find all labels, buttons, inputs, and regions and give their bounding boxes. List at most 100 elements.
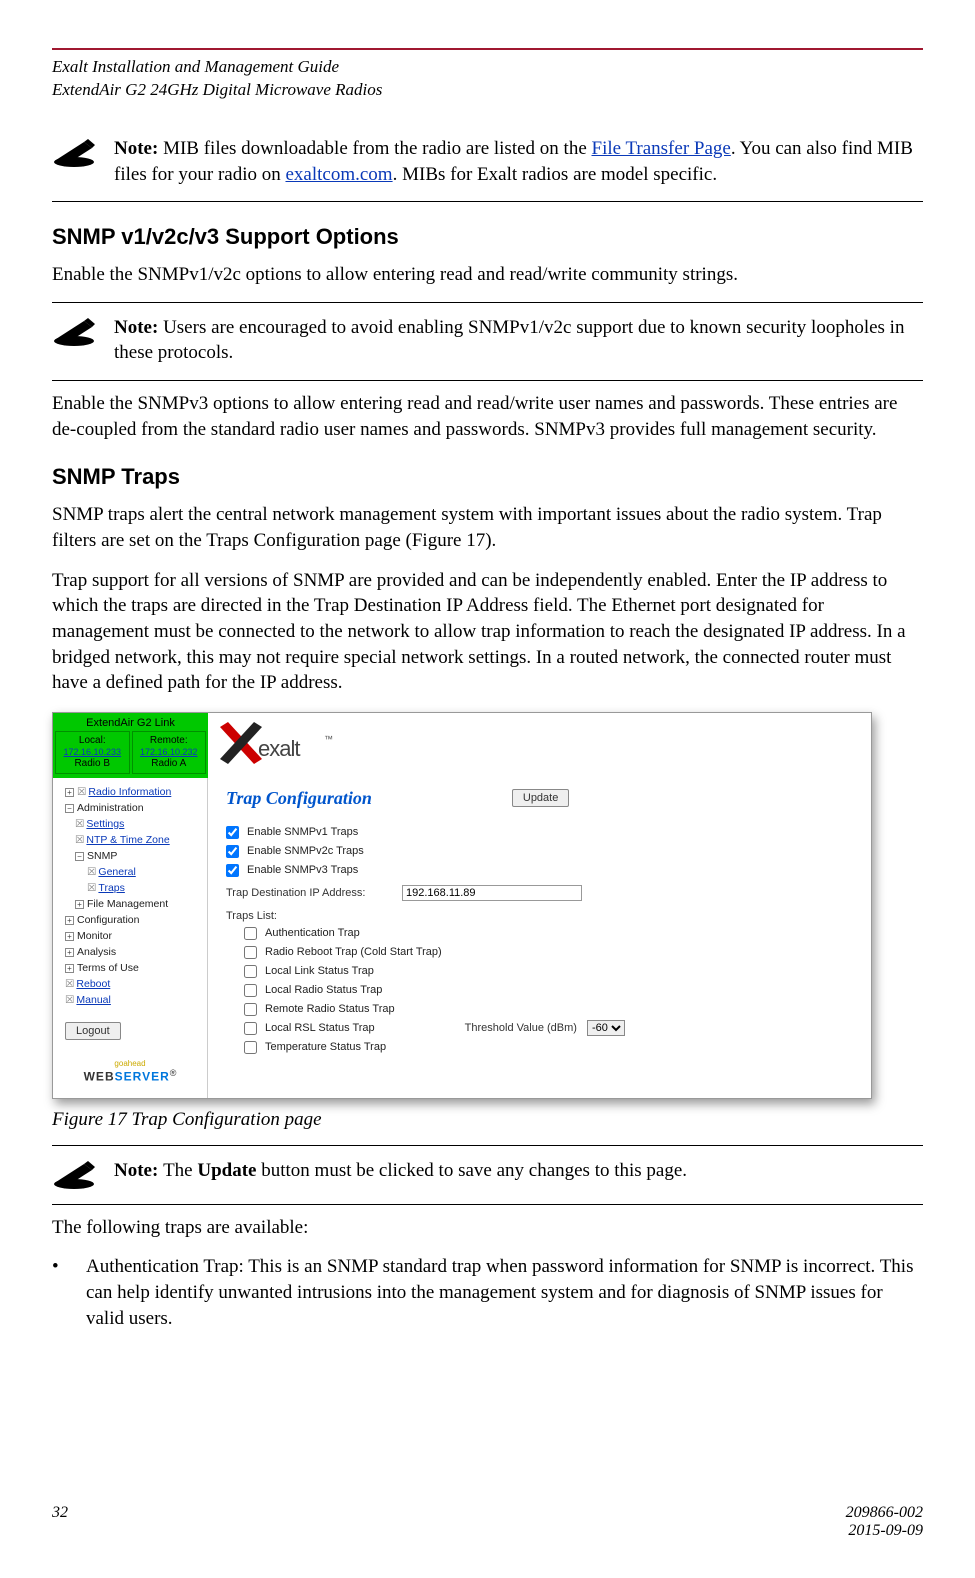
enable-v2-checkbox[interactable] [226, 845, 239, 858]
nav-settings[interactable]: ☒Settings [57, 816, 203, 832]
nav-manual-label: Manual [76, 994, 110, 1006]
nav-filemgmt-label: File Management [87, 898, 168, 910]
collapse-icon[interactable]: − [75, 852, 84, 861]
note-prefix: Note: [114, 138, 163, 159]
heading-snmp-options: SNMP v1/v2c/v3 Support Options [52, 224, 923, 250]
local-ip: 172.16.10.233 [58, 747, 127, 758]
traps-list-label: Traps List: [226, 906, 857, 924]
note-prefix: Note: [114, 317, 163, 338]
header-rule [52, 48, 923, 50]
nav-terms[interactable]: +Terms of Use [57, 960, 203, 976]
trap-remoteradio-checkbox[interactable] [244, 1003, 257, 1016]
doc-date: 2015-09-09 [846, 1522, 923, 1540]
trap-config-app: ExtendAir G2 Link Local: 172.16.10.233 R… [52, 712, 872, 1099]
nav-terms-label: Terms of Use [77, 962, 139, 974]
trap-rsl-checkbox[interactable] [244, 1022, 257, 1035]
nav-traps[interactable]: ☒Traps [57, 880, 203, 896]
trap-localradio-label: Local Radio Status Trap [265, 984, 382, 996]
rule [52, 302, 923, 303]
trap-localradio-checkbox[interactable] [244, 984, 257, 997]
nav-traps-label: Traps [98, 882, 124, 894]
enable-v2-label: Enable SNMPv2c Traps [247, 845, 364, 857]
exalt-x-icon [220, 722, 262, 764]
remote-radio-tab[interactable]: Remote: 172.16.10.232 Radio A [132, 731, 207, 774]
nav-snmp-label: SNMP [87, 850, 117, 862]
nav-manual[interactable]: ☒Manual [57, 992, 203, 1008]
bullet-icon: • [52, 1254, 86, 1331]
pencil-note-icon [52, 317, 96, 347]
note-text-2: Note: Users are encouraged to avoid enab… [114, 315, 923, 366]
note3-bold: Update [197, 1160, 256, 1181]
link-status-panel: ExtendAir G2 Link Local: 172.16.10.233 R… [53, 713, 208, 778]
nav-admin-label: Administration [77, 802, 144, 814]
trap-auth-checkbox[interactable] [244, 927, 257, 940]
nav-configuration[interactable]: +Configuration [57, 912, 203, 928]
trap-temp-checkbox[interactable] [244, 1041, 257, 1054]
note-text-3: Note: The Update button must be clicked … [114, 1158, 687, 1190]
heading-snmp-traps: SNMP Traps [52, 464, 923, 490]
nav-sidebar: +☒Radio Information −Administration ☒Set… [53, 778, 208, 1098]
logo-area: exalt ™ [208, 713, 871, 778]
nav-administration[interactable]: −Administration [57, 800, 203, 816]
nav-reboot[interactable]: ☒Reboot [57, 976, 203, 992]
note-block-3: Note: The Update button must be clicked … [52, 1154, 923, 1196]
trap-ip-input[interactable] [402, 885, 582, 901]
local-radio: Radio B [58, 758, 127, 770]
figure-caption: Figure 17 Trap Configuration page [52, 1109, 923, 1131]
expand-icon[interactable]: + [65, 964, 74, 973]
expand-icon[interactable]: + [65, 948, 74, 957]
pencil-note-icon [52, 1160, 96, 1190]
local-radio-tab[interactable]: Local: 172.16.10.233 Radio B [55, 731, 130, 774]
nav-general[interactable]: ☒General [57, 864, 203, 880]
pencil-note-icon [52, 138, 96, 168]
threshold-select[interactable]: -60 [587, 1020, 625, 1036]
nav-analysis[interactable]: +Analysis [57, 944, 203, 960]
file-transfer-link[interactable]: File Transfer Page [592, 138, 731, 159]
note-prefix: Note: [114, 1160, 163, 1181]
page-title: Trap Configuration [226, 788, 372, 809]
expand-icon[interactable]: + [65, 916, 74, 925]
para-snmpv3: Enable the SNMPv3 options to allow enter… [52, 391, 923, 442]
note2-body: Users are encouraged to avoid enabling S… [114, 317, 904, 364]
nav-file-mgmt[interactable]: +File Management [57, 896, 203, 912]
server-text: SERVER [115, 1069, 170, 1083]
link-title: ExtendAir G2 Link [53, 713, 208, 731]
nav-snmp[interactable]: −SNMP [57, 848, 203, 864]
logout-button[interactable]: Logout [65, 1022, 121, 1040]
collapse-icon[interactable]: − [65, 804, 74, 813]
trap-auth-label: Authentication Trap [265, 927, 360, 939]
note1-t3: . MIBs for Exalt radios are model specif… [393, 164, 717, 185]
enable-v3-checkbox[interactable] [226, 864, 239, 877]
rule [52, 201, 923, 202]
expand-icon[interactable]: + [65, 932, 74, 941]
para-snmp-v1v2: Enable the SNMPv1/v2c options to allow e… [52, 262, 923, 288]
update-button[interactable]: Update [512, 789, 569, 807]
expand-icon[interactable]: + [75, 900, 84, 909]
enable-v1-checkbox[interactable] [226, 826, 239, 839]
trademark-icon: ™ [324, 734, 333, 744]
enable-v3-label: Enable SNMPv3 Traps [247, 864, 358, 876]
trap-locallink-checkbox[interactable] [244, 965, 257, 978]
nav-config-label: Configuration [77, 914, 139, 926]
nav-radio-info[interactable]: +☒Radio Information [57, 784, 203, 800]
trap-reboot-label: Radio Reboot Trap (Cold Start Trap) [265, 946, 442, 958]
exalt-logo: exalt ™ [220, 724, 340, 766]
nav-monitor[interactable]: +Monitor [57, 928, 203, 944]
header-line1: Exalt Installation and Management Guide [52, 56, 923, 79]
para-traps-detail: Trap support for all versions of SNMP ar… [52, 568, 923, 696]
nav-ntp[interactable]: ☒NTP & Time Zone [57, 832, 203, 848]
trap-temp-label: Temperature Status Trap [265, 1041, 386, 1053]
trap-reboot-checkbox[interactable] [244, 946, 257, 959]
remote-label: Remote: [135, 735, 204, 747]
nav-ntp-label: NTP & Time Zone [86, 834, 169, 846]
expand-icon[interactable]: + [65, 788, 74, 797]
note3-t2: button must be clicked to save any chang… [256, 1160, 687, 1181]
registered-icon: ® [170, 1068, 177, 1078]
local-label: Local: [58, 735, 127, 747]
doc-number: 209866-002 [846, 1504, 923, 1522]
exaltcom-link[interactable]: exaltcom.com [285, 164, 392, 185]
web-text: WEB [84, 1069, 115, 1083]
trap-rsl-label: Local RSL Status Trap [265, 1022, 375, 1034]
app-topbar: ExtendAir G2 Link Local: 172.16.10.233 R… [53, 713, 871, 778]
note-block-1: Note: MIB files downloadable from the ra… [52, 132, 923, 193]
